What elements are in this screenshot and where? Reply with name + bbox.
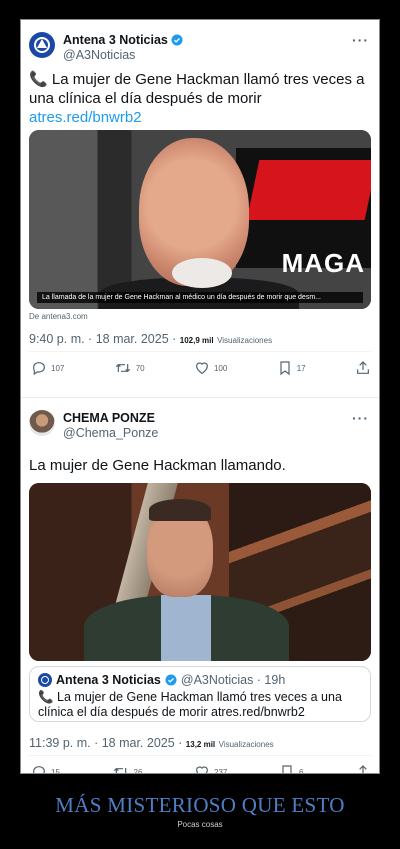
tweet-antena3[interactable]: Antena 3 Noticias @A3Noticias ··· 📞 La m… — [21, 20, 379, 398]
tweet-link[interactable]: atres.red/bnwrb2 — [29, 109, 142, 126]
tweet-text: La mujer de Gene Hackman llamando. — [29, 457, 286, 474]
quoted-avatar — [38, 673, 52, 687]
reply-count: 107 — [51, 363, 65, 373]
tweet-text: 📞 La mujer de Gene Hackman llamó tres ve… — [29, 70, 369, 127]
media-hair — [149, 499, 211, 521]
phone-emoji-icon: 📞 — [29, 71, 48, 88]
avatar[interactable] — [29, 32, 55, 58]
quoted-handle-time: @A3Noticias · 19h — [180, 673, 286, 687]
share-button[interactable] — [355, 360, 371, 376]
reply-count: 15 — [51, 767, 60, 774]
media-caption: La llamada de la mujer de Gene Hackman a… — [37, 292, 363, 303]
retweet-count: 26 — [133, 767, 143, 774]
media-shirt — [161, 595, 211, 661]
tweet-header: CHEMA PONZE @Chema_Ponze — [29, 410, 158, 441]
share-icon — [357, 361, 369, 374]
retweet-icon — [115, 363, 130, 373]
views-count: 13,2 mil — [185, 740, 216, 749]
tweet-actions: 107 70 100 17 — [31, 360, 371, 376]
bookmark-button[interactable]: 17 — [277, 360, 306, 376]
tweet-timestamp: 9:40 p. m. · 18 mar. 2025 · 102,9 mil Vi… — [29, 332, 272, 346]
tweet-media-image[interactable] — [29, 483, 371, 661]
bookmark-count: 17 — [296, 363, 306, 373]
display-name[interactable]: CHEMA PONZE — [63, 410, 158, 426]
tweet-header: Antena 3 Noticias @A3Noticias — [29, 32, 183, 63]
like-count: 100 — [213, 363, 228, 373]
bookmark-icon — [280, 361, 290, 376]
verified-badge-icon — [165, 674, 177, 686]
media-beard — [172, 258, 232, 288]
handle[interactable]: @Chema_Ponze — [63, 426, 158, 441]
display-name-text[interactable]: Antena 3 Noticias — [63, 32, 168, 48]
bookmark-count: 6 — [298, 767, 304, 774]
bookmark-icon — [282, 765, 292, 773]
media-red-logo — [246, 160, 371, 220]
like-button[interactable]: 237 — [194, 764, 228, 774]
poster-title: MÁS MISTERIOSO QUE ESTO — [55, 793, 345, 817]
retweet-button[interactable]: 70 — [114, 360, 145, 376]
tweet-timestamp: 11:39 p. m. · 18 mar. 2025 · 13,2 mil Vi… — [29, 736, 274, 750]
avatar[interactable] — [29, 410, 55, 436]
views-count: 102,9 mil — [179, 336, 214, 345]
reply-icon — [33, 766, 45, 773]
tweet-media-image[interactable]: MAGA La llamada de la mujer de Gene Hack… — [29, 130, 371, 309]
reply-button[interactable]: 15 — [31, 764, 60, 774]
media-magazine-text: MAGA — [281, 248, 365, 278]
quoted-tweet-header: Antena 3 Noticias @A3Noticias · 19h — [38, 673, 285, 687]
author-names: Antena 3 Noticias @A3Noticias — [63, 32, 183, 63]
like-count: 237 — [214, 767, 228, 774]
quoted-display-name: Antena 3 Noticias — [56, 673, 161, 687]
retweet-button[interactable]: 26 — [112, 764, 143, 774]
reply-button[interactable]: 107 — [31, 360, 64, 376]
divider — [29, 755, 371, 756]
reply-icon — [33, 362, 45, 376]
like-button[interactable]: 100 — [194, 360, 227, 376]
views-label: Visualizaciones — [218, 740, 274, 749]
more-options-button[interactable]: ··· — [352, 32, 369, 48]
more-options-button[interactable]: ··· — [352, 410, 369, 426]
retweet-icon — [113, 767, 127, 773]
quoted-tweet[interactable]: Antena 3 Noticias @A3Noticias · 19h 📞 La… — [29, 666, 371, 722]
share-icon — [359, 765, 367, 773]
retweet-count: 70 — [135, 363, 145, 373]
author-names: CHEMA PONZE @Chema_Ponze — [63, 410, 158, 441]
views-label: Visualizaciones — [217, 336, 273, 345]
heart-icon — [196, 766, 208, 773]
antena3-logo-triangle — [37, 39, 47, 48]
link-source[interactable]: De antena3.com — [29, 312, 88, 321]
divider — [29, 351, 371, 352]
poster-subtitle: Pocas cosas — [177, 820, 223, 829]
share-button[interactable] — [355, 764, 371, 773]
timestamp-text[interactable]: 11:39 p. m. · 18 mar. 2025 · — [29, 736, 186, 750]
tweet-body: La mujer de Gene Hackman llamó tres vece… — [29, 71, 365, 107]
display-name[interactable]: Antena 3 Noticias — [63, 32, 183, 48]
tweet-chema[interactable]: CHEMA PONZE @Chema_Ponze ··· La mujer de… — [21, 398, 379, 774]
tweet-actions: 15 26 237 6 — [31, 764, 371, 774]
timestamp-text[interactable]: 9:40 p. m. · 18 mar. 2025 · — [29, 332, 180, 346]
heart-icon — [196, 362, 208, 375]
handle[interactable]: @A3Noticias — [63, 48, 183, 63]
quoted-text: 📞 La mujer de Gene Hackman llamó tres ve… — [38, 690, 342, 719]
screenshot-frame: Antena 3 Noticias @A3Noticias ··· 📞 La m… — [20, 19, 380, 774]
verified-badge-icon — [171, 34, 183, 46]
bookmark-button[interactable]: 6 — [279, 764, 304, 774]
